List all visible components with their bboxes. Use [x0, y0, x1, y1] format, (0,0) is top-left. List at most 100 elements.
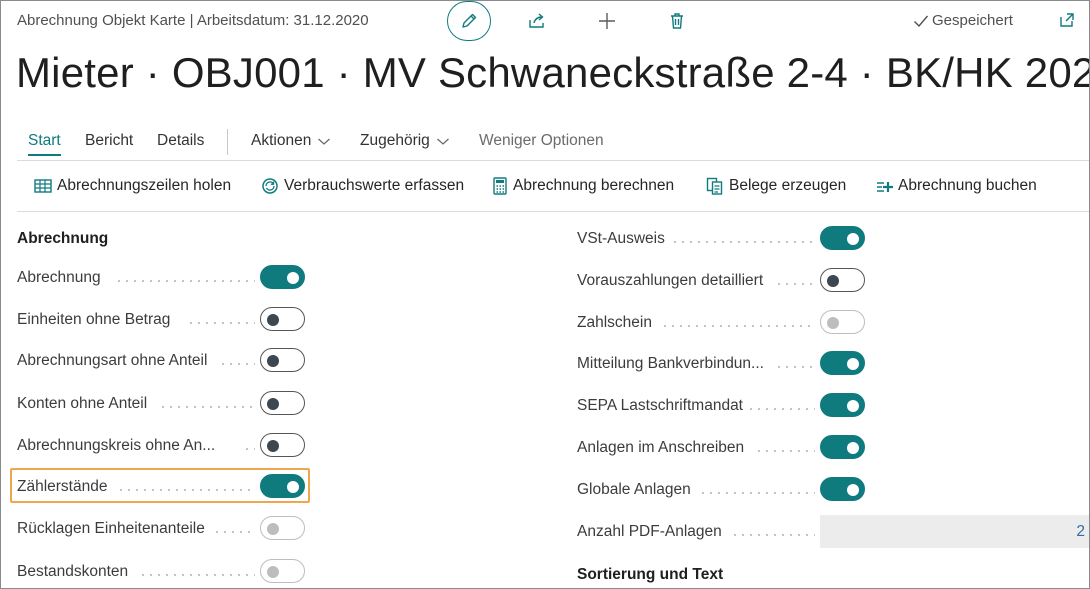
toggle-knob: [847, 484, 859, 496]
toggle-switch[interactable]: [260, 433, 305, 457]
toggle-switch[interactable]: [820, 310, 865, 334]
field-abrechnung: Abrechnung: [17, 264, 307, 294]
tab-aktionen[interactable]: Aktionen: [251, 132, 331, 150]
field-zahlschein: Zahlschein: [577, 309, 867, 339]
calculate-billing-button[interactable]: Abrechnung berechnen: [492, 177, 674, 195]
toggle-knob: [267, 523, 279, 535]
field-label: Rücklagen Einheitenanteile: [17, 520, 205, 537]
toggle-switch[interactable]: [820, 351, 865, 375]
toggle-knob: [847, 400, 859, 412]
toggle-switch[interactable]: [260, 474, 305, 498]
toggle-knob: [287, 272, 299, 284]
field-globale-anlagen: Globale Anlagen: [577, 476, 867, 506]
dot-leader: [117, 489, 255, 491]
share-button[interactable]: [525, 9, 549, 33]
edit-button[interactable]: [447, 1, 491, 41]
refresh-globe-icon: [262, 178, 278, 194]
fetch-lines-button[interactable]: Abrechnungszeilen holen: [34, 177, 231, 195]
toggle-switch[interactable]: [260, 391, 305, 415]
field-sepa-lastschriftmandat: SEPA Lastschriftmandat: [577, 392, 867, 422]
section-heading-abrechnung: Abrechnung: [17, 230, 109, 247]
field-bestandskonten: Bestandskonten: [17, 558, 307, 588]
dot-leader: [755, 450, 815, 452]
toggle-switch[interactable]: [820, 435, 865, 459]
saved-label: Gespeichert: [932, 12, 1013, 29]
saved-status: Gespeichert: [913, 12, 1013, 29]
toggle-knob: [267, 398, 279, 410]
toggle-knob: [827, 317, 839, 329]
field-zaehlerstaende: Zählerstände: [17, 473, 307, 503]
tab-bar: Start Bericht Details Aktionen Zugehörig…: [1, 129, 1089, 159]
post-billing-label: Abrechnung buchen: [898, 177, 1037, 194]
toggle-switch[interactable]: [820, 268, 865, 292]
checkmark-icon: [914, 15, 929, 27]
field-abrechnungskreis-ohne-anteil: Abrechnungskreis ohne An...: [17, 432, 307, 462]
pdf-count-field[interactable]: 2: [820, 515, 1089, 548]
tab-bericht[interactable]: Bericht: [85, 132, 133, 150]
toggle-knob: [827, 275, 839, 287]
dot-leader: [775, 283, 815, 285]
trash-icon: [671, 13, 683, 29]
calculator-icon: [493, 177, 507, 195]
dot-leader: [661, 325, 815, 327]
chevron-down-icon: [318, 138, 331, 145]
toggle-switch[interactable]: [260, 307, 305, 331]
field-label: Anzahl PDF-Anlagen: [577, 523, 722, 540]
field-label: Konten ohne Anteil: [17, 395, 148, 412]
dot-leader: [243, 448, 255, 450]
toggle-knob: [267, 355, 279, 367]
field-vst-ausweis: VSt-Ausweis: [577, 225, 867, 255]
open-new-window-button[interactable]: [1057, 10, 1077, 30]
field-label: SEPA Lastschriftmandat: [577, 397, 743, 414]
dot-leader: [731, 534, 815, 536]
toggle-switch[interactable]: [820, 477, 865, 501]
field-label: Zahlschein: [577, 314, 652, 331]
dot-leader: [699, 492, 815, 494]
tab-start[interactable]: Start: [28, 132, 61, 156]
toggle-switch[interactable]: [820, 226, 865, 250]
dot-leader: [747, 408, 815, 410]
create-documents-label: Belege erzeugen: [729, 177, 847, 194]
tab-zugehoerig[interactable]: Zugehörig: [360, 132, 450, 150]
tab-zugehoerig-label: Zugehörig: [360, 132, 430, 149]
tab-fewer-options[interactable]: Weniger Optionen: [479, 132, 604, 150]
field-label: Mitteilung Bankverbindun...: [577, 355, 764, 372]
field-einheiten-ohne-betrag: Einheiten ohne Betrag: [17, 306, 307, 336]
record-consumption-button[interactable]: Verbrauchswerte erfassen: [261, 177, 464, 195]
dot-leader: [671, 241, 815, 243]
action-bar: Abrechnungszeilen holen Verbrauchswerte …: [1, 167, 1089, 207]
field-abrechnungsart-ohne-anteil: Abrechnungsart ohne Anteil: [17, 347, 307, 377]
field-label: Bestandskonten: [17, 563, 129, 580]
section-heading-sortierung: Sortierung und Text: [577, 566, 724, 583]
document-title: Abrechnung Objekt Karte | Arbeitsdatum: …: [17, 12, 369, 29]
post-billing-button[interactable]: Abrechnung buchen: [875, 177, 1037, 195]
top-bar: Abrechnung Objekt Karte | Arbeitsdatum: …: [1, 1, 1089, 41]
dot-leader: [139, 574, 255, 576]
page-frame: Abrechnung Objekt Karte | Arbeitsdatum: …: [0, 0, 1090, 589]
tab-details[interactable]: Details: [157, 132, 204, 150]
toggle-knob: [267, 440, 279, 452]
pencil-icon: [462, 13, 477, 28]
field-label: Abrechnungskreis ohne An...: [17, 437, 216, 454]
new-button[interactable]: [595, 9, 619, 33]
toggle-knob: [267, 566, 279, 578]
field-label: Anlagen im Anschreiben: [577, 439, 745, 456]
toggle-switch[interactable]: [260, 559, 305, 583]
delete-button[interactable]: [665, 9, 689, 33]
chevron-down-icon: [436, 138, 449, 145]
toggle-switch[interactable]: [260, 348, 305, 372]
dot-leader: [159, 406, 255, 408]
post-icon: [877, 182, 893, 192]
field-mitteilung-bankverbindung: Mitteilung Bankverbindun...: [577, 350, 867, 380]
toggle-switch[interactable]: [260, 265, 305, 289]
field-vorauszahlungen-detailliert: Vorauszahlungen detailliert: [577, 267, 867, 297]
toggle-knob: [847, 358, 859, 370]
create-documents-button[interactable]: Belege erzeugen: [706, 177, 846, 195]
toggle-knob: [267, 314, 279, 326]
field-label: Zählerstände: [17, 478, 108, 495]
toggle-switch[interactable]: [260, 516, 305, 540]
toggle-switch[interactable]: [820, 393, 865, 417]
dot-leader: [115, 280, 255, 282]
share-icon: [529, 13, 544, 28]
tab-separator: [227, 129, 228, 155]
